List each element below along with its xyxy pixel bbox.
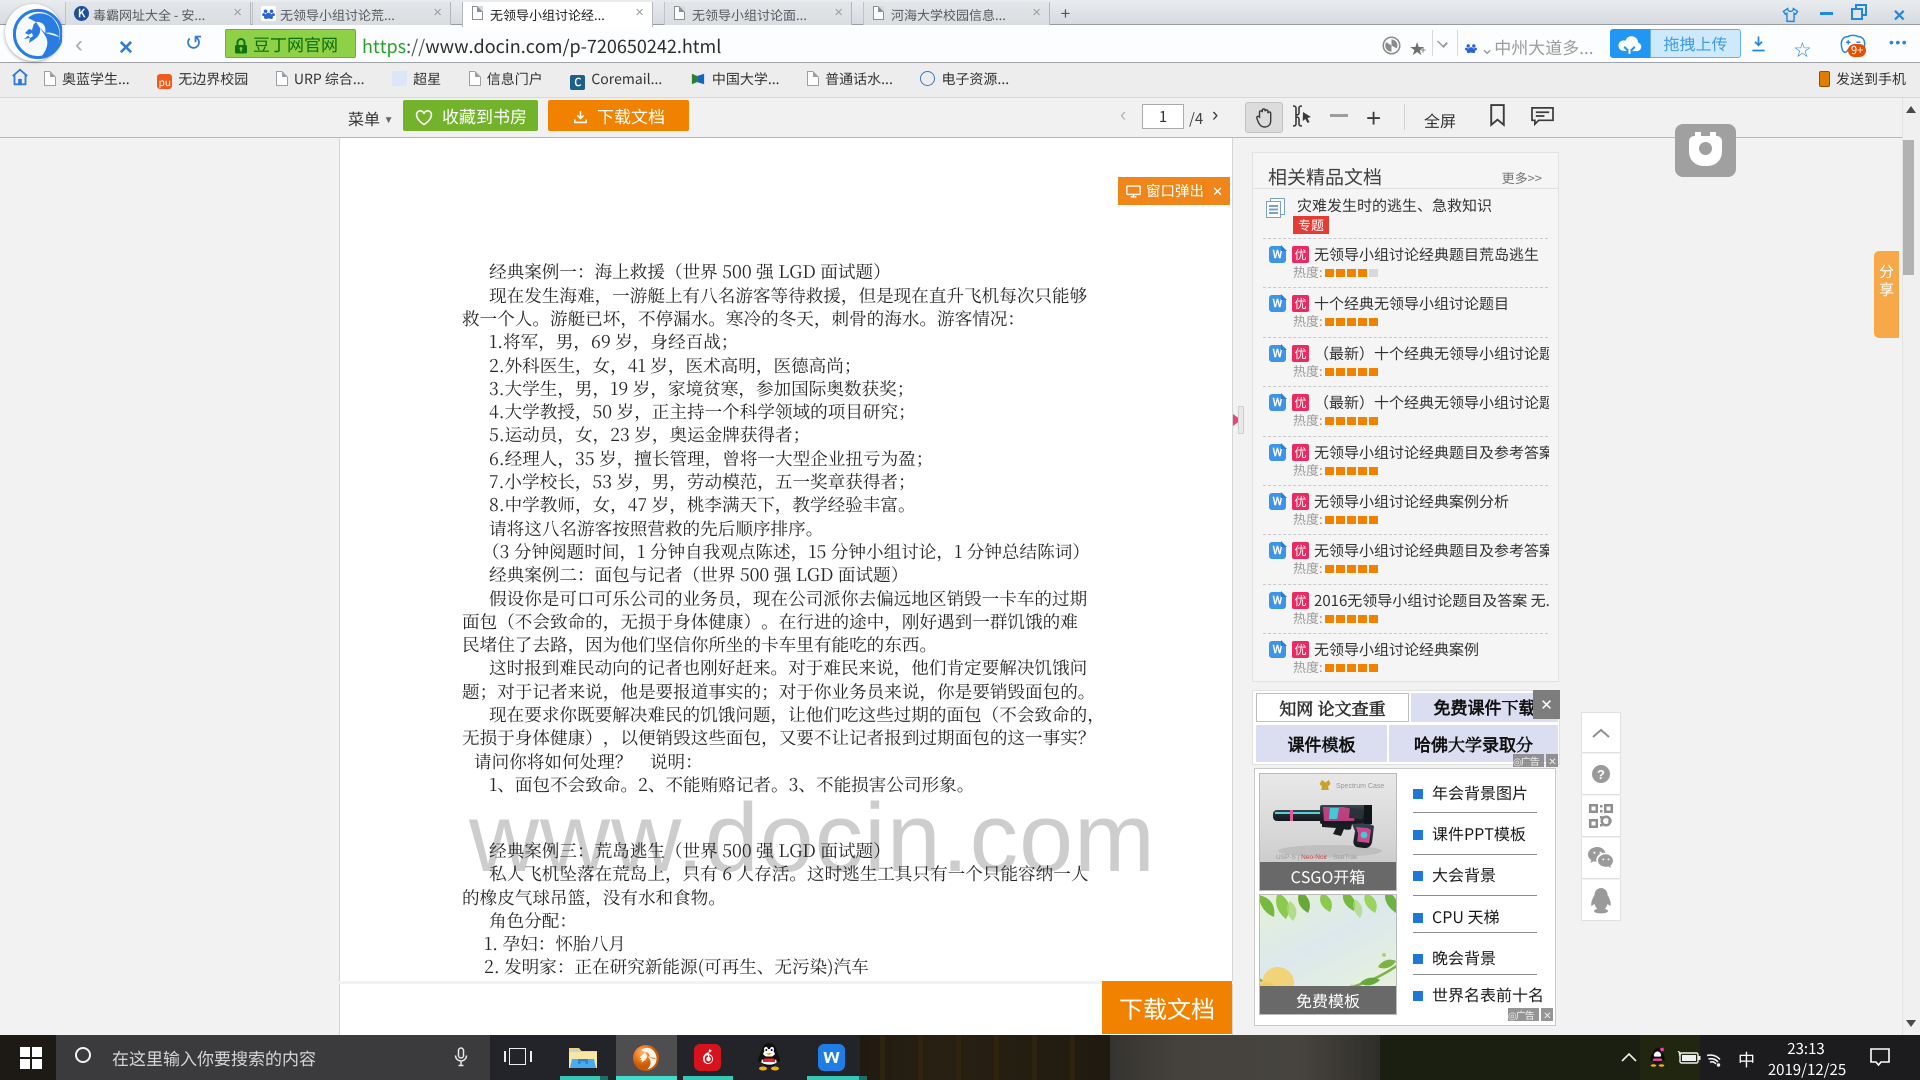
svg-text:Spectrum Case: Spectrum Case	[1336, 783, 1384, 790]
svg-text:USP-S | Neo-Noir · StatTrak: USP-S | Neo-Noir · StatTrak	[1276, 854, 1358, 861]
